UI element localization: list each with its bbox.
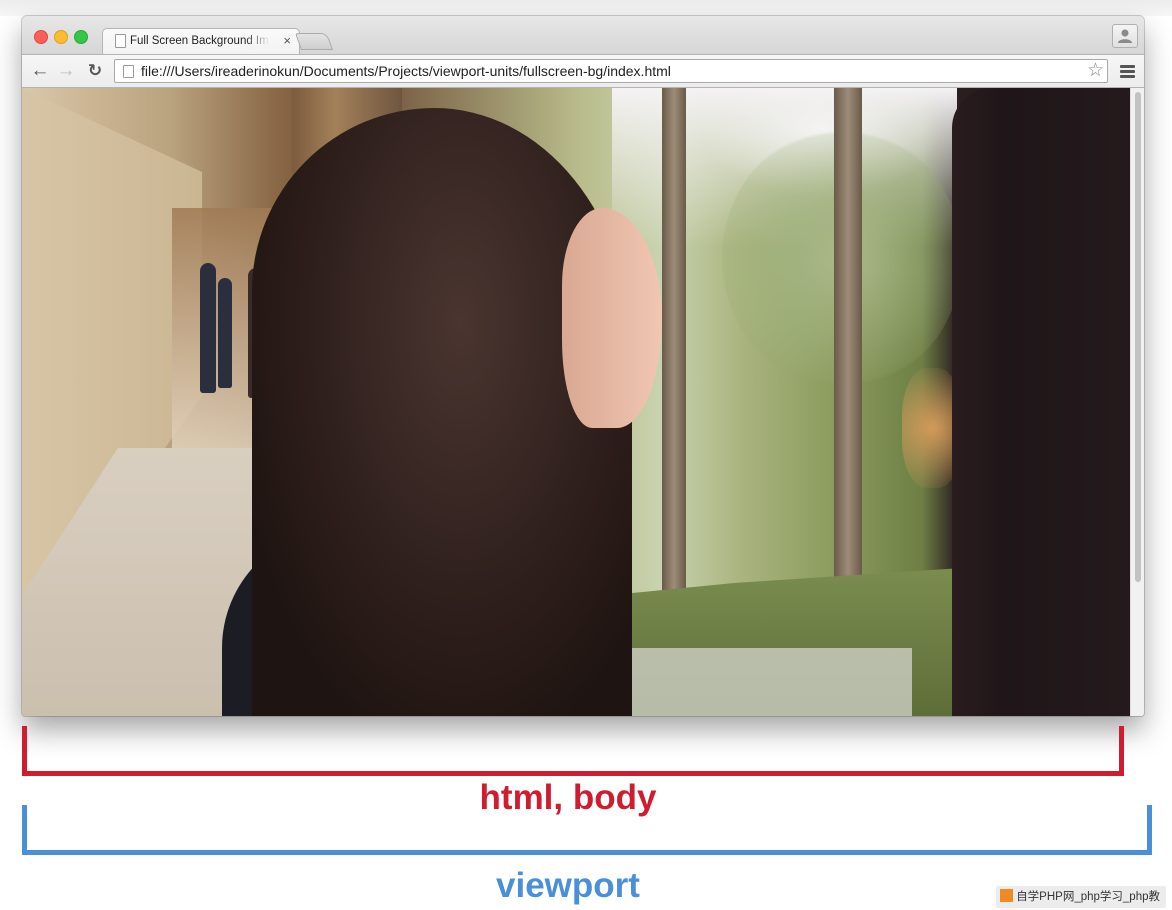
address-url[interactable]: file:///Users/ireaderinokun/Documents/Pr… bbox=[141, 63, 671, 79]
browser-window: Full Screen Background Im × ← → ↻ file:/… bbox=[22, 16, 1144, 716]
document-icon bbox=[115, 34, 126, 48]
scrollbar-thumb[interactable] bbox=[1135, 92, 1141, 582]
viewport-label: viewport bbox=[496, 866, 640, 905]
back-button[interactable]: ← bbox=[30, 61, 50, 81]
html-body-bracket bbox=[22, 726, 1124, 776]
reload-button[interactable]: ↻ bbox=[85, 61, 105, 81]
menu-icon[interactable] bbox=[1120, 65, 1135, 78]
page-icon bbox=[123, 65, 134, 78]
address-bar[interactable]: file:///Users/ireaderinokun/Documents/Pr… bbox=[114, 59, 1108, 83]
profile-button[interactable] bbox=[1112, 24, 1138, 48]
tab-strip: Full Screen Background Im × bbox=[22, 16, 1144, 55]
toolbar: ← → ↻ file:///Users/ireaderinokun/Docume… bbox=[22, 54, 1144, 88]
menu-bar bbox=[1120, 70, 1135, 73]
fullscreen-background-photo bbox=[22, 88, 1130, 716]
tab-title: Full Screen Background Im bbox=[130, 35, 269, 47]
watermark-text: 自学PHP网_php学习_php教 bbox=[1016, 891, 1160, 903]
scrollbar[interactable] bbox=[1130, 88, 1144, 716]
minimize-window-button[interactable] bbox=[54, 30, 68, 44]
menu-bar bbox=[1120, 65, 1135, 68]
tab-active[interactable]: Full Screen Background Im × bbox=[102, 28, 300, 55]
distant-person bbox=[218, 278, 232, 388]
watermark: 自学PHP网_php学习_php教 bbox=[996, 886, 1166, 908]
tab-close-icon[interactable]: × bbox=[283, 33, 291, 49]
distant-person bbox=[200, 263, 216, 393]
close-window-button[interactable] bbox=[34, 30, 48, 44]
backdrop bbox=[0, 0, 1172, 16]
new-tab-button[interactable] bbox=[294, 33, 334, 50]
zoom-window-button[interactable] bbox=[74, 30, 88, 44]
viewport-bracket bbox=[22, 805, 1152, 855]
watermark-logo-icon bbox=[1000, 889, 1014, 902]
menu-bar bbox=[1120, 75, 1135, 78]
forward-button[interactable]: → bbox=[56, 61, 76, 81]
garden-path bbox=[592, 648, 912, 716]
person-icon bbox=[1118, 29, 1132, 43]
bookmark-star-icon[interactable]: ☆ bbox=[1087, 61, 1104, 81]
dark-pillar bbox=[952, 88, 1130, 716]
